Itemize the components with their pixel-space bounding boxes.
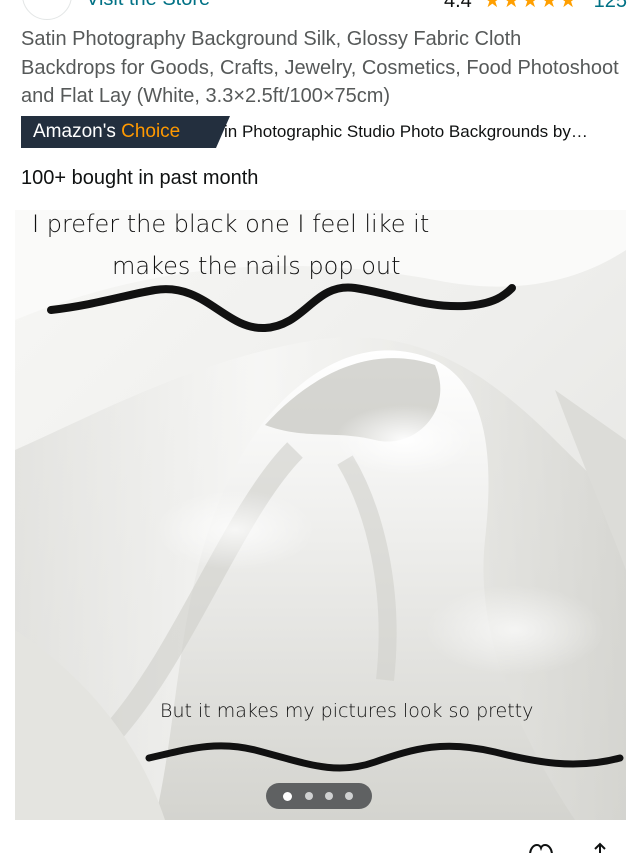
badge-word: Amazon's: [33, 121, 116, 142]
action-icons: [0, 835, 640, 853]
carousel-dot-4[interactable]: [345, 792, 353, 800]
amazons-choice-badge: Amazon's Choice: [21, 116, 230, 148]
satin-fabric-image: [15, 210, 626, 820]
carousel-dot-1[interactable]: [283, 791, 292, 801]
product-image-gallery[interactable]: I prefer the black one I feel like it ma…: [15, 210, 626, 820]
amazons-choice-row: Amazon's Choice in Photographic Studio P…: [21, 116, 621, 148]
carousel-dot-2[interactable]: [305, 792, 313, 800]
brand-avatar[interactable]: [22, 0, 72, 20]
carousel-dot-3[interactable]: [325, 792, 333, 800]
rating-summary[interactable]: 4.4 ★★★★★ 125: [444, 0, 627, 12]
visit-store-link[interactable]: Visit the Store: [86, 0, 210, 11]
annotation-line-1: I prefer the black one I feel like it: [32, 210, 430, 238]
badge-category-link[interactable]: in Photographic Studio Photo Backgrounds…: [224, 122, 622, 142]
star-rating-icon: ★★★★★: [483, 0, 579, 12]
carousel-indicator[interactable]: [266, 783, 372, 809]
annotation-line-2: makes the nails pop out: [112, 252, 401, 280]
annotation-line-3: But it makes my pictures look so pretty: [160, 700, 534, 722]
bought-count: 100+ bought in past month: [21, 167, 259, 189]
product-title[interactable]: Satin Photography Background Silk, Gloss…: [21, 25, 621, 111]
badge-accent: Choice: [121, 121, 181, 142]
store-header: Visit the Store 4.4 ★★★★★ 125: [0, 0, 640, 22]
share-icon[interactable]: [590, 841, 610, 853]
rating-count-link[interactable]: 125: [594, 0, 627, 12]
rating-value: 4.4: [444, 0, 472, 12]
heart-icon[interactable]: [528, 843, 554, 853]
